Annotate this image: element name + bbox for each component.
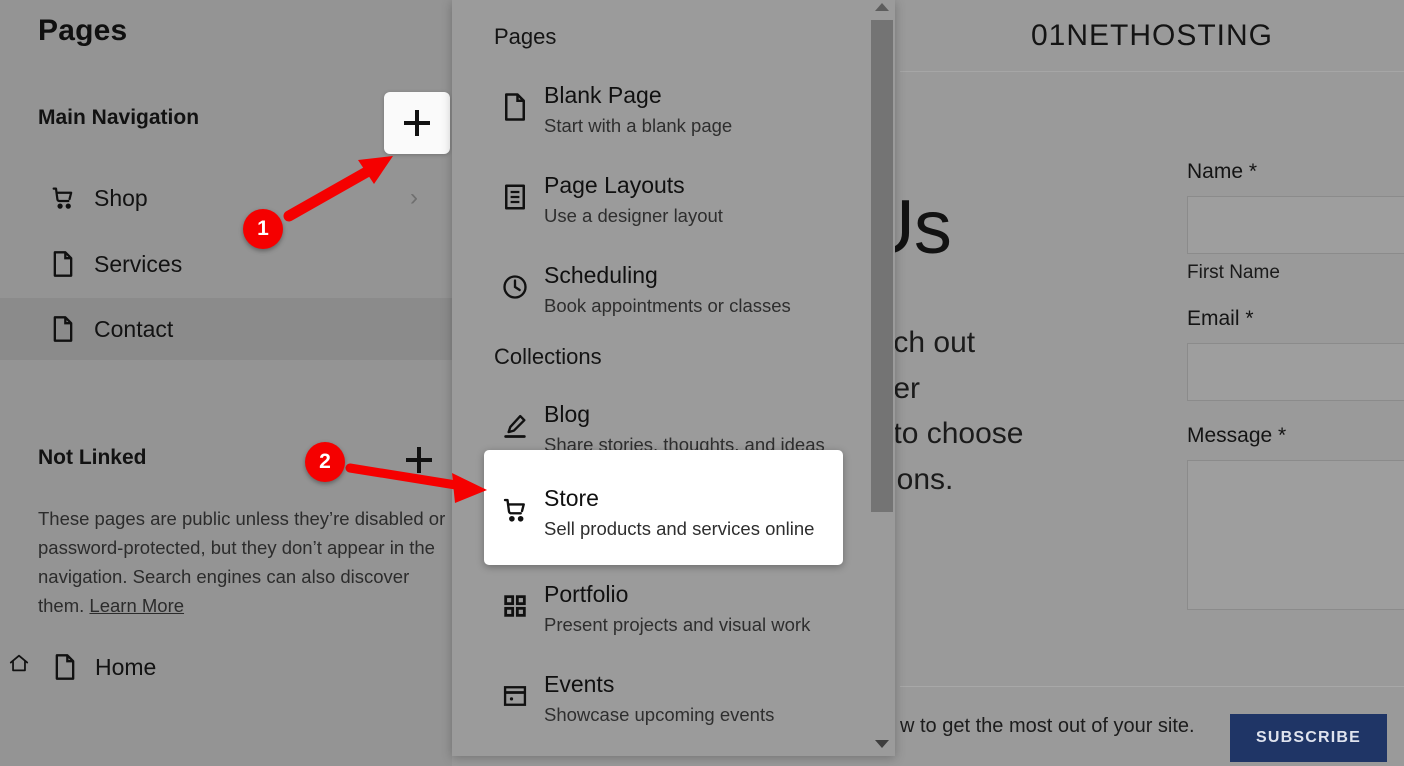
screen: 01NETHOSTING Us each out after et to cho… bbox=[0, 0, 1404, 766]
annotation-badge-2: 2 bbox=[305, 442, 345, 482]
annotation-arrows bbox=[283, 156, 487, 503]
annotation-arrow-2 bbox=[345, 463, 487, 503]
annotation-badge-1: 1 bbox=[243, 209, 283, 249]
annotation-arrow-1 bbox=[283, 156, 393, 222]
